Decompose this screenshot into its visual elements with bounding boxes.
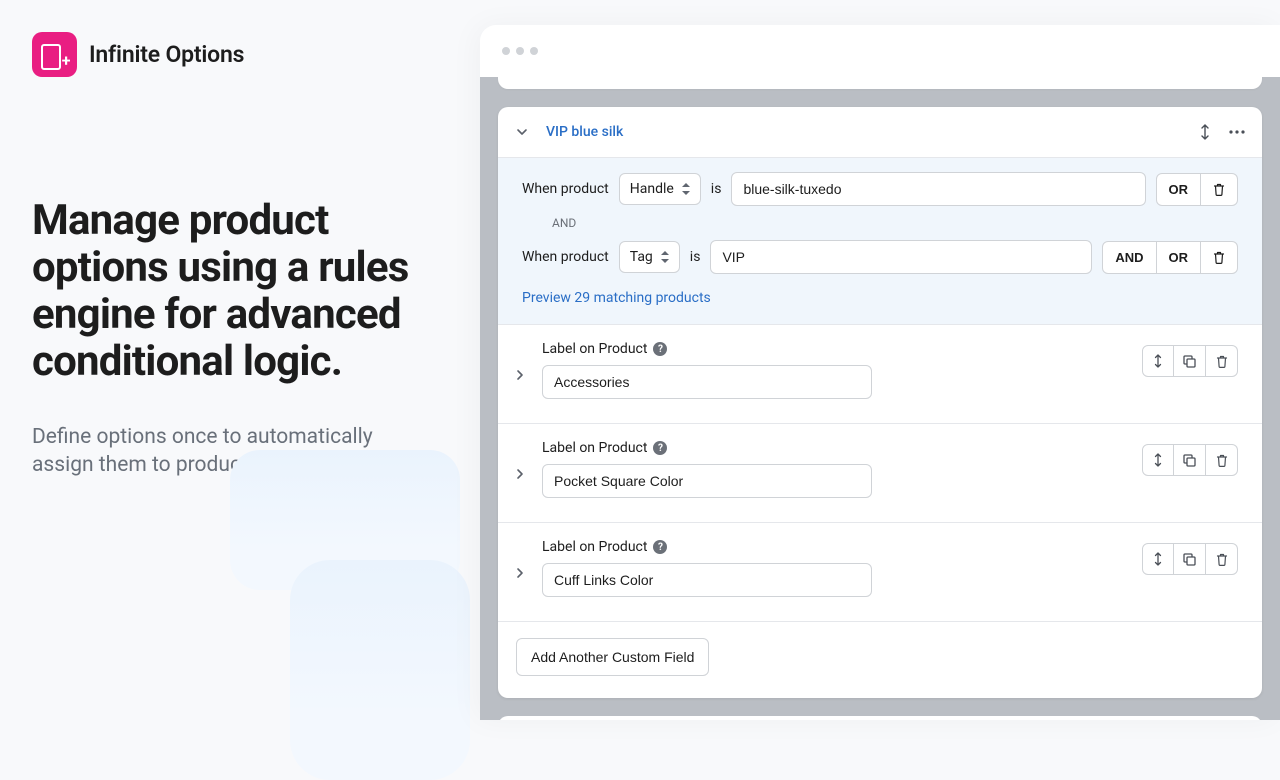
option-row: Label on Product ?: [498, 424, 1262, 523]
chevron-right-icon: [515, 369, 525, 381]
select-caret-icon: [661, 251, 669, 263]
chevron-right-icon: [515, 567, 525, 579]
window-dot-icon: [502, 47, 510, 55]
brand-name: Infinite Options: [89, 41, 244, 68]
option-value-input[interactable]: [542, 365, 872, 399]
expand-option-toggle[interactable]: [510, 464, 530, 484]
delete-option-button[interactable]: [1206, 345, 1238, 377]
reorder-icon: [1152, 453, 1164, 467]
delete-condition-button[interactable]: [1201, 173, 1238, 206]
reorder-icon: [1152, 552, 1164, 566]
add-or-button[interactable]: OR: [1156, 173, 1202, 206]
app-window: VIP blue silk When: [480, 25, 1280, 720]
trash-icon: [1216, 553, 1228, 566]
option-value-input[interactable]: [542, 464, 872, 498]
condition-is-label: is: [711, 181, 722, 197]
copy-icon: [1183, 454, 1196, 467]
delete-option-button[interactable]: [1206, 543, 1238, 575]
chevron-right-icon: [515, 468, 525, 480]
expand-option-toggle[interactable]: [510, 563, 530, 583]
reorder-icon: [1198, 124, 1212, 140]
conditions-block: When product Handle is OR: [498, 158, 1262, 325]
condition-field-select[interactable]: Handle: [619, 173, 701, 205]
decorative-shape: [290, 560, 470, 780]
add-or-button[interactable]: OR: [1157, 241, 1202, 274]
reorder-button[interactable]: [1194, 121, 1216, 143]
expand-option-toggle[interactable]: [510, 365, 530, 385]
app-canvas: VIP blue silk When: [480, 77, 1280, 720]
brand-logo-icon: [32, 32, 77, 77]
option-value-input[interactable]: [542, 563, 872, 597]
previous-card-edge: [498, 77, 1262, 89]
help-icon[interactable]: ?: [653, 540, 667, 554]
headline: Manage product options using a rules eng…: [32, 197, 412, 385]
reorder-option-button[interactable]: [1142, 444, 1174, 476]
trash-icon: [1213, 183, 1225, 196]
duplicate-option-button[interactable]: [1174, 543, 1206, 575]
marketing-pane: Infinite Options Manage product options …: [0, 0, 480, 720]
window-titlebar: [480, 25, 1280, 77]
help-icon[interactable]: ?: [653, 441, 667, 455]
reorder-icon: [1152, 354, 1164, 368]
condition-label: When product: [522, 181, 609, 197]
window-dot-icon: [516, 47, 524, 55]
condition-joiner: AND: [552, 216, 1238, 230]
next-card-edge: [498, 716, 1262, 720]
condition-row: When product Handle is OR: [522, 172, 1238, 206]
copy-icon: [1183, 355, 1196, 368]
chevron-down-icon: [516, 126, 528, 138]
more-menu-button[interactable]: [1226, 121, 1248, 143]
select-value: Tag: [630, 249, 653, 265]
collapse-toggle[interactable]: [512, 122, 532, 142]
rule-title[interactable]: VIP blue silk: [546, 124, 1180, 140]
duplicate-option-button[interactable]: [1174, 345, 1206, 377]
more-horizontal-icon: [1229, 130, 1245, 134]
reorder-option-button[interactable]: [1142, 345, 1174, 377]
option-row: Label on Product ?: [498, 523, 1262, 622]
add-and-button[interactable]: AND: [1102, 241, 1156, 274]
trash-icon: [1216, 355, 1228, 368]
preview-matching-link[interactable]: Preview 29 matching products: [522, 290, 711, 306]
add-option-row: Add Another Custom Field: [498, 622, 1262, 698]
reorder-option-button[interactable]: [1142, 543, 1174, 575]
condition-value-input[interactable]: [710, 240, 1092, 274]
delete-condition-button[interactable]: [1201, 241, 1238, 274]
trash-icon: [1213, 251, 1225, 264]
delete-option-button[interactable]: [1206, 444, 1238, 476]
window-dot-icon: [530, 47, 538, 55]
condition-label: When product: [522, 249, 609, 265]
option-label: Label on Product: [542, 341, 647, 357]
app-pane: VIP blue silk When: [480, 0, 1280, 720]
condition-row: When product Tag is AND OR: [522, 240, 1238, 274]
trash-icon: [1216, 454, 1228, 467]
rule-header: VIP blue silk: [498, 107, 1262, 158]
add-custom-field-button[interactable]: Add Another Custom Field: [516, 638, 709, 676]
copy-icon: [1183, 553, 1196, 566]
condition-value-input[interactable]: [731, 172, 1145, 206]
help-icon[interactable]: ?: [653, 342, 667, 356]
condition-field-select[interactable]: Tag: [619, 241, 680, 273]
duplicate-option-button[interactable]: [1174, 444, 1206, 476]
option-label: Label on Product: [542, 539, 647, 555]
rule-card: VIP blue silk When: [498, 107, 1262, 698]
brand-row: Infinite Options: [32, 32, 440, 77]
option-label: Label on Product: [542, 440, 647, 456]
select-caret-icon: [682, 183, 690, 195]
option-row: Label on Product ?: [498, 325, 1262, 424]
condition-is-label: is: [690, 249, 701, 265]
select-value: Handle: [630, 181, 674, 197]
